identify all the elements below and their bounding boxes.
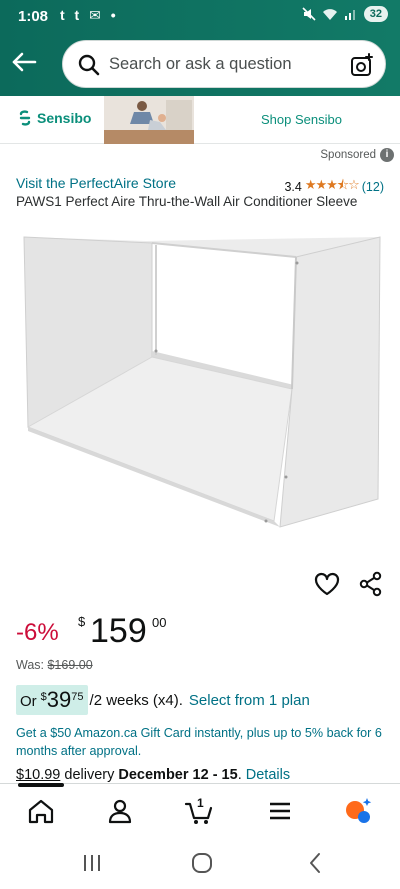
installment-amount: Or $ 39 75 xyxy=(16,685,88,715)
was-price: $169.00 xyxy=(47,658,93,672)
rating-value: 3.4 xyxy=(284,180,302,194)
status-time: 1:08 xyxy=(18,8,49,25)
heart-icon[interactable] xyxy=(313,570,341,598)
installment-whole: 39 xyxy=(46,687,72,712)
delivery-details-link[interactable]: Details xyxy=(246,767,290,783)
was-label-text: Was: xyxy=(16,658,48,672)
delivery-fee: $10.99 xyxy=(16,767,61,783)
system-navigation-bar xyxy=(0,835,400,889)
recent-apps-icon[interactable] xyxy=(80,851,104,875)
search-icon xyxy=(78,54,100,76)
menu-icon[interactable] xyxy=(265,796,295,826)
store-link[interactable]: Visit the PerfectAire Store xyxy=(16,175,176,191)
installment-term: /2 weeks (x4). xyxy=(89,691,183,709)
sensibo-logo-icon xyxy=(19,110,31,126)
delivery-text: delivery xyxy=(60,767,119,783)
ad-photo xyxy=(104,96,194,144)
status-right: 32 xyxy=(302,6,388,22)
rufus-ai-icon[interactable] xyxy=(343,796,373,826)
notification-icons: t t ✉ • xyxy=(60,7,119,23)
account-icon[interactable] xyxy=(105,796,135,826)
app-header: 1:08 t t ✉ • 32 Search or ask a question xyxy=(0,0,400,96)
camera-search-icon[interactable] xyxy=(349,52,375,78)
price-currency-symbol: $ xyxy=(78,614,86,629)
price-whole: 159 xyxy=(90,612,147,650)
cart-count: 1 xyxy=(197,796,204,810)
select-plan-link[interactable]: Select from 1 plan xyxy=(189,692,310,709)
mute-icon xyxy=(302,7,316,21)
share-icon[interactable] xyxy=(358,571,384,597)
sponsored-text: Sponsored xyxy=(320,149,376,161)
ad-brand-name: Sensibo xyxy=(37,110,92,126)
cart-button[interactable]: 1 xyxy=(184,796,214,826)
product-title: PAWS1 Perfect Aire Thru-the-Wall Air Con… xyxy=(16,194,358,209)
info-icon[interactable]: i xyxy=(380,148,394,162)
signal-icon xyxy=(344,10,355,20)
home-icon[interactable] xyxy=(26,796,56,826)
wifi-icon xyxy=(322,9,337,20)
review-count[interactable]: (12) xyxy=(362,180,384,194)
shop-sensibo-link[interactable]: Shop Sensibo xyxy=(261,112,342,127)
installment-or: Or xyxy=(20,693,37,710)
nav-active-indicator xyxy=(18,783,64,787)
price-fraction: 00 xyxy=(152,615,167,630)
back-arrow-icon[interactable] xyxy=(10,48,38,76)
status-bar: 1:08 t t ✉ • 32 xyxy=(0,0,400,34)
was-price-row: Was: $169.00 xyxy=(16,658,93,672)
installment-offer[interactable]: Or $ 39 75 /2 weeks (x4). Select from 1 … xyxy=(16,685,310,715)
installment-fraction: 75 xyxy=(71,691,84,703)
home-system-icon[interactable] xyxy=(190,851,214,875)
delivery-date: December 12 - 15 xyxy=(118,767,238,783)
discount-percentage: -6% xyxy=(16,619,59,646)
product-image[interactable] xyxy=(14,215,386,535)
delivery-info: $10.99 delivery December 12 - 15. Detail… xyxy=(16,767,290,783)
battery-indicator: 32 xyxy=(363,6,388,22)
sponsored-label[interactable]: Sponsored i xyxy=(320,148,394,162)
delivery-separator: . xyxy=(237,767,246,783)
sensibo-logo: Sensibo xyxy=(18,110,91,126)
sponsored-ad-banner[interactable]: Sensibo Shop Sensibo xyxy=(0,96,400,144)
gift-card-offer-link[interactable]: Get a $50 Amazon.ca Gift Card instantly,… xyxy=(16,724,386,760)
search-input[interactable]: Search or ask a question xyxy=(62,40,386,88)
search-placeholder: Search or ask a question xyxy=(109,55,292,73)
bottom-navigation: 1 xyxy=(0,783,400,835)
back-system-icon[interactable] xyxy=(304,851,328,875)
